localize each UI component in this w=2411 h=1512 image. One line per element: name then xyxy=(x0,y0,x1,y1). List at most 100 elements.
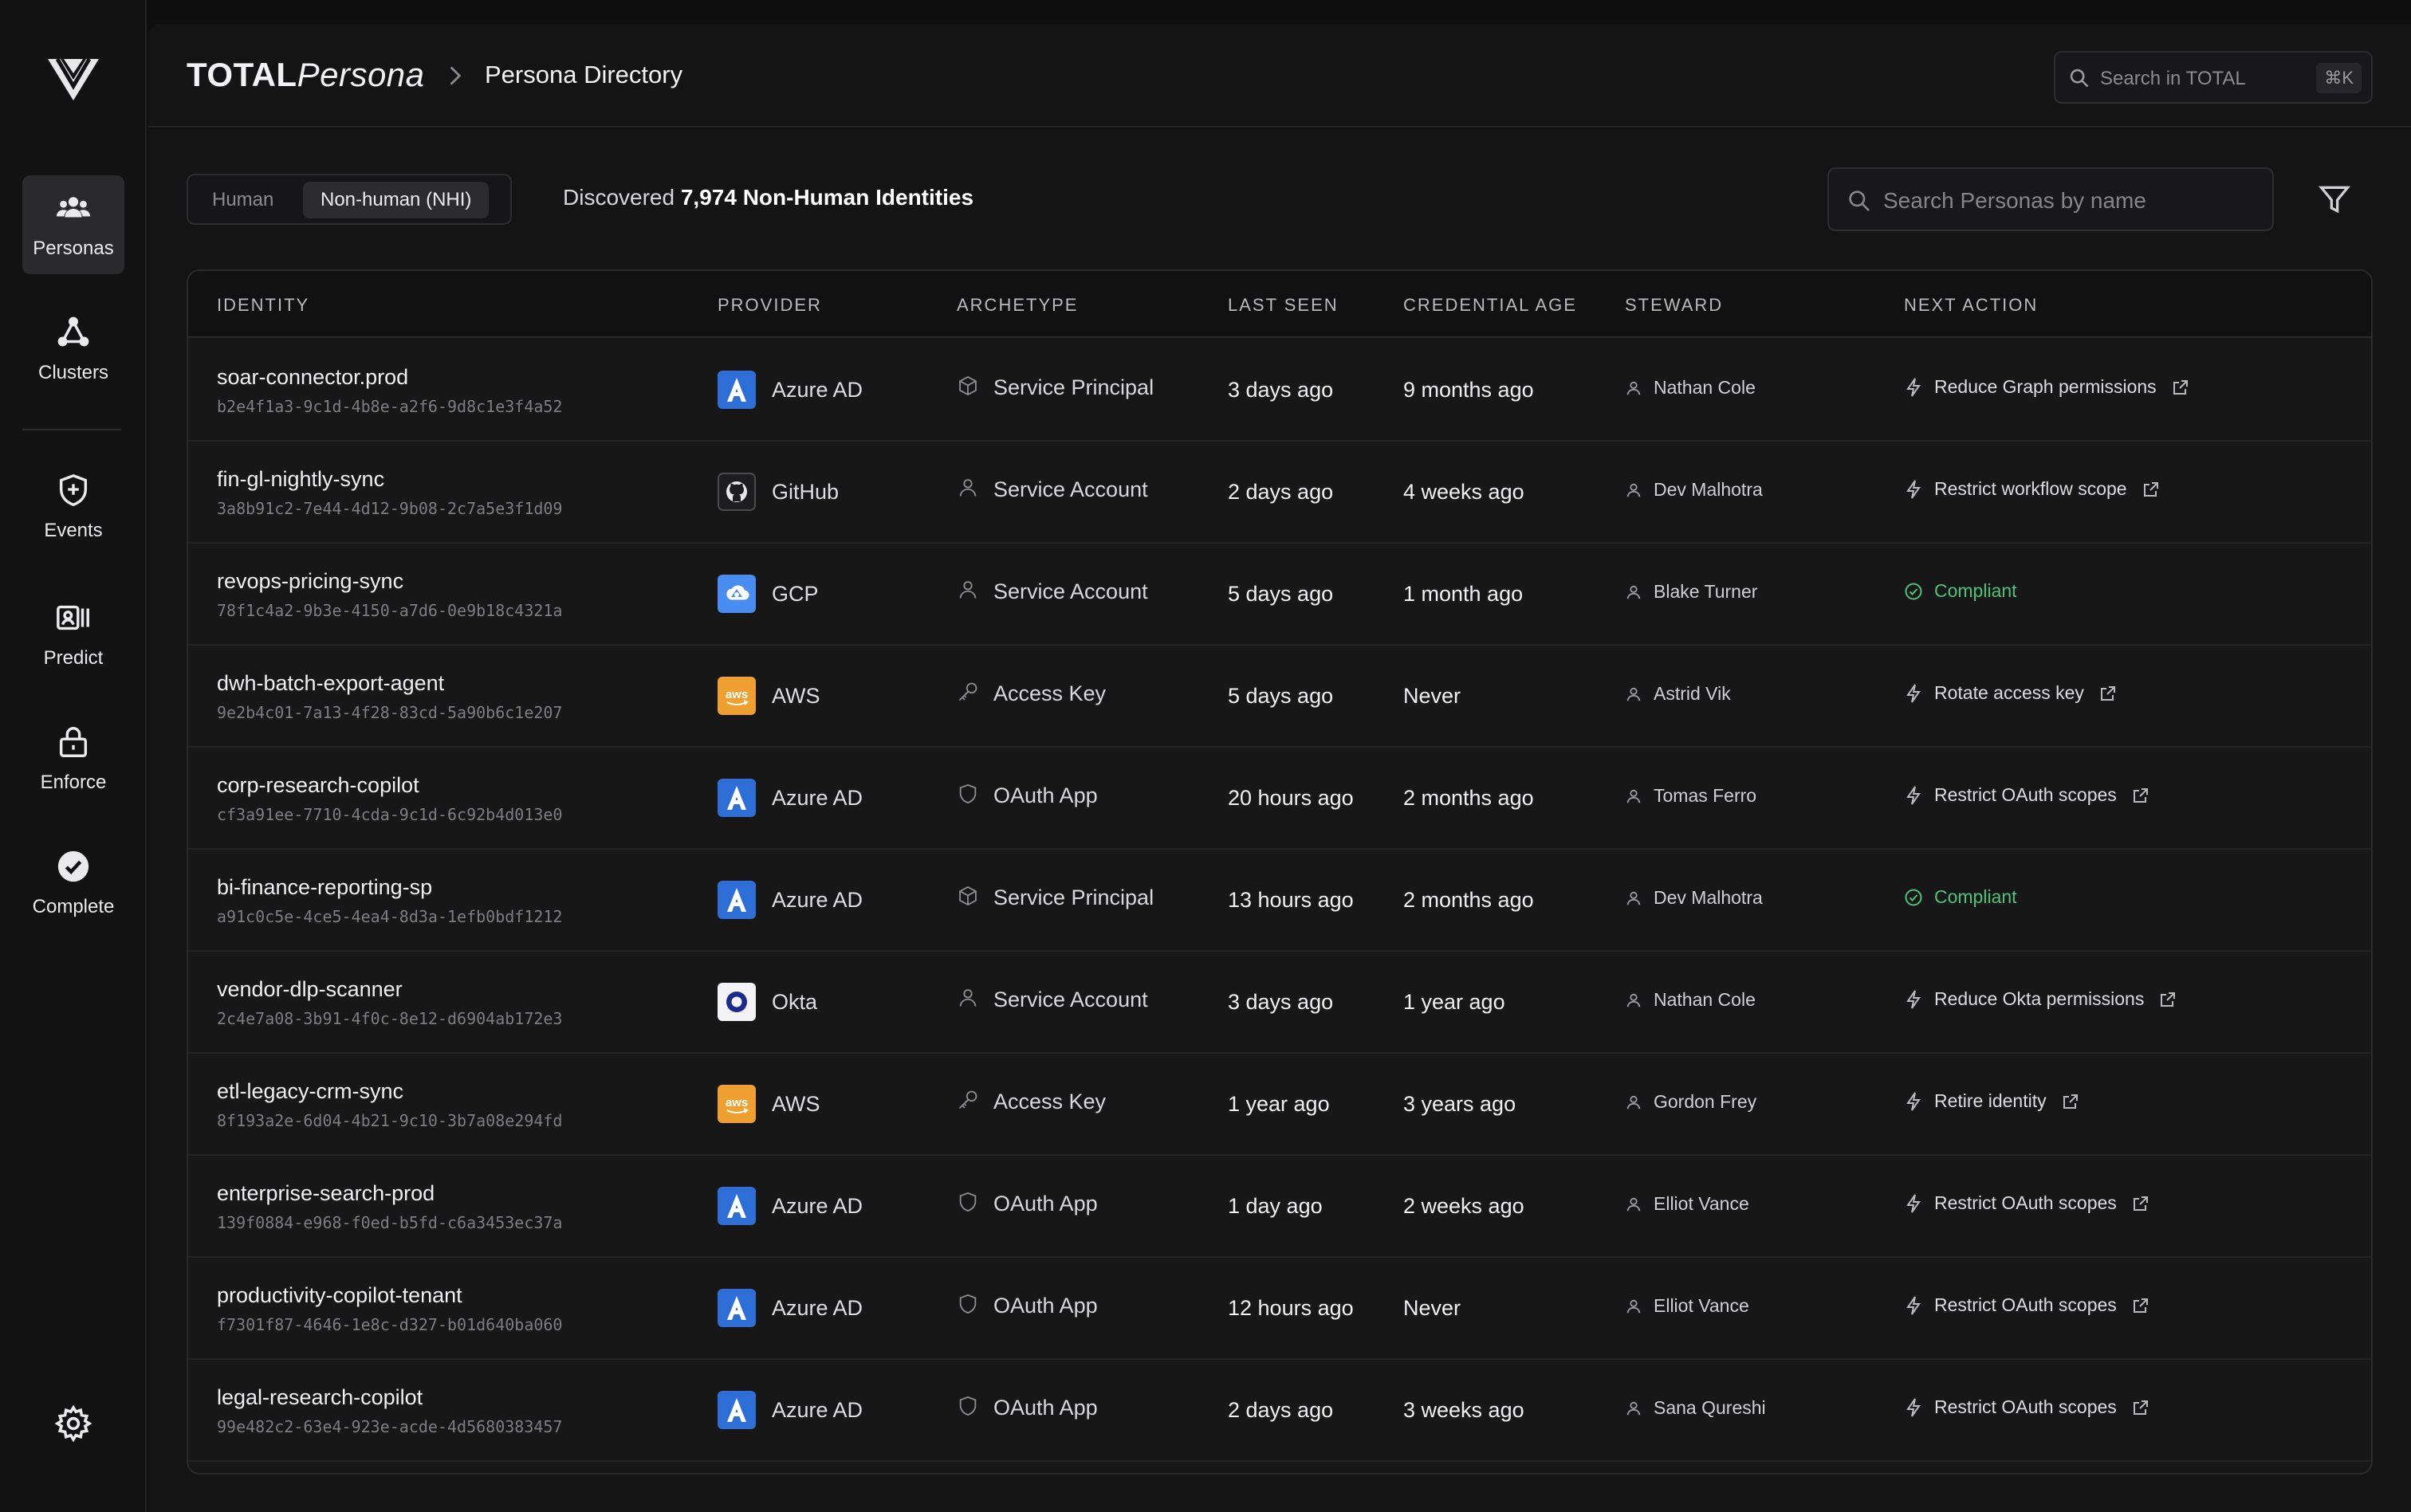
table-row[interactable]: enterprise-search-prod 139f0884-e968-f0e… xyxy=(188,1156,2371,1258)
steward-name[interactable]: Nathan Cole xyxy=(1654,989,1756,1011)
sidebar-item-clusters[interactable]: Clusters xyxy=(22,300,124,399)
sidebar: Personas Clusters Events Predict Enforce… xyxy=(0,0,147,1512)
identity-name[interactable]: dwh-batch-export-agent xyxy=(217,671,444,696)
provider-cell: Azure AD xyxy=(718,1186,863,1226)
table-row[interactable]: productivity-copilot-tenant f7301f87-464… xyxy=(188,1258,2371,1360)
provider-cell: Azure AD xyxy=(718,1390,863,1430)
gcp-logo-icon xyxy=(718,575,756,613)
column-header-identity[interactable]: IDENTITY xyxy=(217,295,309,316)
sidebar-item-personas[interactable]: Personas xyxy=(22,175,124,274)
column-header-last-seen[interactable]: LAST SEEN xyxy=(1228,295,1339,316)
identity-name[interactable]: corp-research-copilot xyxy=(217,773,419,798)
provider-logo-icon xyxy=(718,779,756,817)
table-row[interactable]: legal-research-copilot 99e482c2-63e4-923… xyxy=(188,1360,2371,1462)
steward-name[interactable]: Dev Malhotra xyxy=(1654,887,1763,909)
sidebar-item-enforce[interactable]: Enforce xyxy=(22,709,124,808)
table-row[interactable]: revops-pricing-sync 78f1c4a2-9b3e-4150-a… xyxy=(188,544,2371,646)
steward-cell: Gordon Frey xyxy=(1625,1091,1756,1113)
column-header-credential-age[interactable]: CREDENTIAL AGE xyxy=(1403,295,1577,316)
identity-name[interactable]: enterprise-search-prod xyxy=(217,1181,435,1206)
external-link-icon[interactable] xyxy=(2171,378,2190,397)
main-content: Human Non-human (NHI) Discovered 7,974 N… xyxy=(148,129,2411,1512)
sidebar-item-complete[interactable]: Complete xyxy=(22,834,124,933)
next-action[interactable]: Restrict OAuth scopes xyxy=(1904,784,2150,806)
persona-search-input[interactable]: Search Personas by name xyxy=(1827,167,2274,231)
sidebar-item-events[interactable]: Events xyxy=(22,458,124,556)
last-seen: 2 days ago xyxy=(1228,480,1334,504)
next-action[interactable]: Rotate access key xyxy=(1904,682,2118,704)
next-action[interactable]: Restrict OAuth scopes xyxy=(1904,1294,2150,1316)
table-header: IDENTITY PROVIDER ARCHETYPE LAST SEEN CR… xyxy=(188,271,2371,338)
external-link-icon[interactable] xyxy=(2131,1296,2150,1315)
table-row[interactable]: etl-legacy-crm-sync 8f193a2e-6d04-4b21-9… xyxy=(188,1054,2371,1156)
person-icon xyxy=(1626,891,1641,905)
next-action-label: Rotate access key xyxy=(1934,682,2084,703)
identity-name[interactable]: productivity-copilot-tenant xyxy=(217,1283,462,1308)
next-action[interactable]: Reduce Okta permissions xyxy=(1904,988,2177,1010)
identity-name[interactable]: legal-research-copilot xyxy=(217,1385,423,1410)
external-link-icon[interactable] xyxy=(2158,990,2177,1009)
next-action[interactable]: Restrict OAuth scopes xyxy=(1904,1396,2150,1418)
steward-name[interactable]: Nathan Cole xyxy=(1654,377,1756,399)
svg-text:aws: aws xyxy=(726,688,748,701)
steward-name[interactable]: Elliot Vance xyxy=(1654,1295,1749,1317)
steward-name[interactable]: Tomas Ferro xyxy=(1654,785,1756,807)
next-action[interactable]: Retire identity xyxy=(1904,1090,2080,1112)
steward-name[interactable]: Gordon Frey xyxy=(1654,1091,1756,1113)
external-link-icon[interactable] xyxy=(2098,684,2118,703)
sidebar-item-predict[interactable]: Predict xyxy=(22,585,124,684)
next-action[interactable]: Restrict workflow scope xyxy=(1904,478,2161,500)
table-row[interactable]: dwh-batch-export-agent 9e2b4c01-7a13-4f2… xyxy=(188,646,2371,748)
identity-name[interactable]: bi-finance-reporting-sp xyxy=(217,875,432,900)
next-action-label: Restrict OAuth scopes xyxy=(1934,1294,2117,1315)
identity-name[interactable]: revops-pricing-sync xyxy=(217,569,403,594)
column-header-archetype[interactable]: ARCHETYPE xyxy=(957,295,1078,316)
credential-age: 2 months ago xyxy=(1403,786,1534,810)
column-header-next-action[interactable]: NEXT ACTION xyxy=(1904,295,2038,316)
person-icon xyxy=(1626,1197,1641,1211)
steward-name[interactable]: Dev Malhotra xyxy=(1654,479,1763,501)
provider-logo-icon xyxy=(718,1391,756,1429)
global-search-input[interactable]: Search in TOTAL ⌘K xyxy=(2054,51,2373,104)
tab-non-human[interactable]: Non-human (NHI) xyxy=(303,182,490,218)
next-action[interactable]: Reduce Graph permissions xyxy=(1904,376,2190,398)
external-link-icon[interactable] xyxy=(2131,786,2150,805)
person-icon xyxy=(1626,789,1641,803)
steward-name[interactable]: Blake Turner xyxy=(1654,581,1757,603)
archetype-icon xyxy=(957,885,979,911)
table-row[interactable]: fin-gl-nightly-sync 3a8b91c2-7e44-4d12-9… xyxy=(188,442,2371,544)
identity-name[interactable]: soar-connector.prod xyxy=(217,365,408,390)
identity-name[interactable]: etl-legacy-crm-sync xyxy=(217,1079,403,1104)
provider-name: Azure AD xyxy=(772,377,863,402)
table-row[interactable]: bi-finance-reporting-sp a91c0c5e-4ce5-4e… xyxy=(188,850,2371,952)
table-row[interactable]: vendor-dlp-scanner 2c4e7a08-3b91-4f0c-8e… xyxy=(188,952,2371,1054)
column-header-provider[interactable]: PROVIDER xyxy=(718,295,822,316)
provider-cell: Azure AD xyxy=(718,370,863,410)
column-header-steward[interactable]: STEWARD xyxy=(1625,295,1723,316)
next-action[interactable]: Compliant xyxy=(1904,580,2017,602)
table-row[interactable]: soar-connector.prod b2e4f1a3-9c1d-4b8e-a… xyxy=(188,340,2371,442)
next-action[interactable]: Restrict OAuth scopes xyxy=(1904,1192,2150,1214)
tab-human[interactable]: Human xyxy=(195,182,291,218)
external-link-icon[interactable] xyxy=(2061,1092,2080,1111)
identity-name[interactable]: vendor-dlp-scanner xyxy=(217,977,403,1002)
steward-name[interactable]: Sana Qureshi xyxy=(1654,1397,1766,1419)
steward-name[interactable]: Elliot Vance xyxy=(1654,1193,1749,1215)
external-link-icon[interactable] xyxy=(2131,1398,2150,1417)
filter-icon[interactable] xyxy=(2317,182,2352,217)
product-name[interactable]: TOTALPersona xyxy=(187,56,425,94)
gear-icon[interactable] xyxy=(54,1404,92,1443)
table-row[interactable]: corp-research-copilot cf3a91ee-7710-4cda… xyxy=(188,748,2371,850)
next-action[interactable]: Compliant xyxy=(1904,886,2017,908)
credential-age: 4 weeks ago xyxy=(1403,480,1524,504)
steward-name[interactable]: Astrid Vik xyxy=(1654,683,1731,705)
external-link-icon[interactable] xyxy=(2131,1194,2150,1213)
last-seen: 13 hours ago xyxy=(1228,888,1354,912)
archetype-name: OAuth App xyxy=(993,1192,1098,1215)
external-link-icon[interactable] xyxy=(2142,480,2161,499)
brand-logo-icon[interactable] xyxy=(46,56,100,104)
identity-name[interactable]: fin-gl-nightly-sync xyxy=(217,467,384,492)
last-seen: 5 days ago xyxy=(1228,684,1334,708)
cube-icon xyxy=(959,375,977,396)
shield-icon xyxy=(959,1396,977,1416)
